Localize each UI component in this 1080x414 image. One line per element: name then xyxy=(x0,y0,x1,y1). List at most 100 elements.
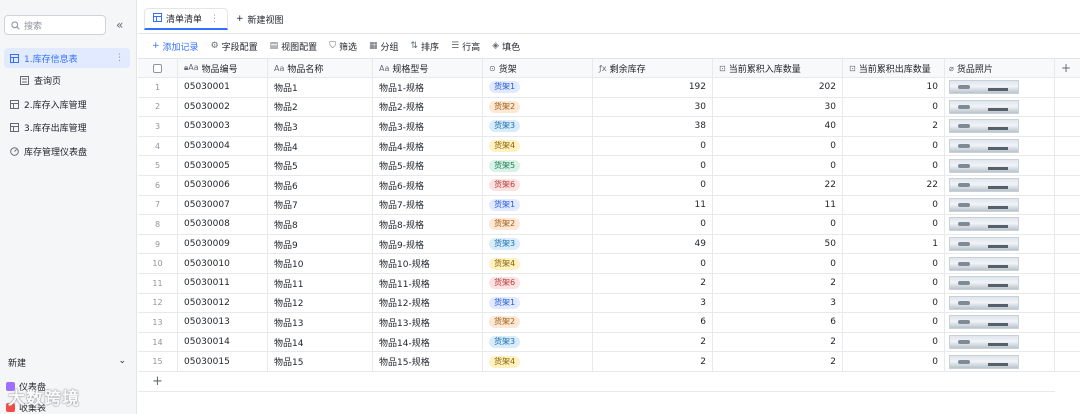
cell-spec[interactable]: 物品15-规格 xyxy=(373,352,483,371)
cell-outbound[interactable]: 0 xyxy=(843,254,945,273)
cell-photo[interactable] xyxy=(945,175,1055,195)
table-row[interactable]: 5 05030005 物品5 物品5-规格 货架5 0 0 0 xyxy=(138,156,1080,176)
cell-name[interactable]: 物品1 xyxy=(268,78,373,97)
cell-photo[interactable] xyxy=(945,273,1055,293)
add-record-button[interactable]: + 添加记录 xyxy=(152,40,199,53)
cell-shelf[interactable]: 货架6 xyxy=(483,175,593,195)
cell-outbound[interactable]: 0 xyxy=(843,273,945,293)
cell-outbound[interactable]: 0 xyxy=(843,136,945,156)
cell-outbound[interactable]: 0 xyxy=(843,332,945,352)
select-all-checkbox[interactable] xyxy=(153,63,162,73)
cell-stock[interactable]: 6 xyxy=(593,313,713,332)
cell-code[interactable]: 05030002 xyxy=(178,97,268,117)
cell-photo[interactable] xyxy=(945,97,1055,117)
cell-spec[interactable]: 物品9-规格 xyxy=(373,234,483,254)
cell-photo[interactable] xyxy=(945,332,1055,352)
cell-spec[interactable]: 物品8-规格 xyxy=(373,215,483,234)
cell-inbound[interactable]: 22 xyxy=(713,175,843,195)
table-row[interactable]: 2 05030002 物品2 物品2-规格 货架2 30 30 0 xyxy=(138,97,1080,118)
cell-stock[interactable]: 0 xyxy=(593,136,713,156)
cell-outbound[interactable]: 1 xyxy=(843,234,945,254)
table-row[interactable]: 3 05030003 物品3 物品3-规格 货架3 38 40 2 xyxy=(138,117,1080,137)
table-row[interactable]: 14 05030014 物品14 物品14-规格 货架3 2 2 0 xyxy=(138,332,1080,353)
cell-photo[interactable] xyxy=(945,352,1055,371)
cell-photo[interactable] xyxy=(945,313,1055,332)
cell-stock[interactable]: 192 xyxy=(593,78,713,97)
cell-inbound[interactable]: 0 xyxy=(713,215,843,234)
cell-outbound[interactable]: 22 xyxy=(843,175,945,195)
new-form-item[interactable]: 收集表 xyxy=(6,401,46,414)
select-all-cell[interactable] xyxy=(138,59,178,77)
cell-spec[interactable]: 物品13-规格 xyxy=(373,313,483,332)
product-photo-thumbnail[interactable] xyxy=(949,80,1019,95)
column-header-name[interactable]: Aa 物品名称 xyxy=(268,59,373,77)
table-row[interactable]: 8 05030008 物品8 物品8-规格 货架2 0 0 0 xyxy=(138,215,1080,235)
cell-inbound[interactable]: 6 xyxy=(713,313,843,332)
sidebar-item-inventory-info[interactable]: 1.库存信息表 ⋮ xyxy=(4,48,130,68)
table-row[interactable]: 4 05030004 物品4 物品4-规格 货架4 0 0 0 xyxy=(138,136,1080,157)
product-photo-thumbnail[interactable] xyxy=(949,217,1019,232)
cell-inbound[interactable]: 40 xyxy=(713,117,843,136)
filter-button[interactable]: ⛉ 筛选 xyxy=(329,40,357,53)
field-config-button[interactable]: ⚙ 字段配置 xyxy=(211,40,258,53)
cell-name[interactable]: 物品6 xyxy=(268,175,373,195)
cell-shelf[interactable]: 货架4 xyxy=(483,254,593,273)
cell-stock[interactable]: 38 xyxy=(593,117,713,136)
column-header-inbound[interactable]: ⊡ 当前累积入库数量 xyxy=(713,59,843,77)
cell-stock[interactable]: 2 xyxy=(593,273,713,293)
cell-spec[interactable]: 物品11-规格 xyxy=(373,273,483,293)
cell-photo[interactable] xyxy=(945,254,1055,273)
table-row[interactable]: 13 05030013 物品13 物品13-规格 货架2 6 6 0 xyxy=(138,313,1080,333)
cell-name[interactable]: 物品9 xyxy=(268,234,373,254)
cell-shelf[interactable]: 货架3 xyxy=(483,332,593,352)
cell-inbound[interactable]: 50 xyxy=(713,234,843,254)
cell-code[interactable]: 05030008 xyxy=(178,215,268,234)
cell-photo[interactable] xyxy=(945,136,1055,156)
table-row[interactable]: 15 05030015 物品15 物品15-规格 货架4 2 2 0 xyxy=(138,352,1080,372)
column-header-outbound[interactable]: ⊡ 当前累积出库数量 xyxy=(843,59,945,77)
cell-stock[interactable]: 2 xyxy=(593,352,713,371)
cell-inbound[interactable]: 0 xyxy=(713,156,843,175)
cell-outbound[interactable]: 0 xyxy=(843,293,945,313)
cell-code[interactable]: 05030010 xyxy=(178,254,268,273)
cell-spec[interactable]: 物品4-规格 xyxy=(373,136,483,156)
cell-stock[interactable]: 2 xyxy=(593,332,713,352)
cell-inbound[interactable]: 0 xyxy=(713,254,843,273)
cell-name[interactable]: 物品14 xyxy=(268,332,373,352)
group-button[interactable]: ▦ 分组 xyxy=(369,40,399,53)
new-view-button[interactable]: + 新建视图 xyxy=(228,8,292,30)
add-column-button[interactable]: + xyxy=(1055,59,1080,77)
sidebar-item-outbound[interactable]: 3.库存出库管理 xyxy=(4,117,130,137)
cell-spec[interactable]: 物品6-规格 xyxy=(373,175,483,195)
view-config-button[interactable]: ▤ 视图配置 xyxy=(270,40,318,53)
cell-spec[interactable]: 物品10-规格 xyxy=(373,254,483,273)
cell-outbound[interactable]: 0 xyxy=(843,195,945,215)
product-photo-thumbnail[interactable] xyxy=(949,178,1019,193)
cell-shelf[interactable]: 货架4 xyxy=(483,136,593,156)
cell-name[interactable]: 物品2 xyxy=(268,97,373,117)
tab-list-view[interactable]: 清单清单 ⋮ xyxy=(144,8,229,30)
cell-name[interactable]: 物品10 xyxy=(268,254,373,273)
add-row-button[interactable]: + xyxy=(138,372,1055,392)
product-photo-thumbnail[interactable] xyxy=(949,99,1019,114)
new-menu[interactable]: 新建 ⌄ xyxy=(8,356,126,369)
cell-spec[interactable]: 物品1-规格 xyxy=(373,78,483,97)
cell-outbound[interactable]: 0 xyxy=(843,215,945,234)
cell-shelf[interactable]: 货架2 xyxy=(483,97,593,117)
row-height-button[interactable]: ☰ 行高 xyxy=(451,40,480,53)
cell-shelf[interactable]: 货架3 xyxy=(483,117,593,136)
sidebar-item-inbound[interactable]: 2.库存入库管理 xyxy=(4,94,130,114)
cell-photo[interactable] xyxy=(945,156,1055,175)
cell-stock[interactable]: 0 xyxy=(593,156,713,175)
product-photo-thumbnail[interactable] xyxy=(949,197,1019,212)
product-photo-thumbnail[interactable] xyxy=(949,335,1019,350)
cell-photo[interactable] xyxy=(945,117,1055,136)
sidebar-item-query-page[interactable]: 查询页 xyxy=(14,70,130,90)
cell-code[interactable]: 05030013 xyxy=(178,313,268,332)
table-row[interactable]: 7 05030007 物品7 物品7-规格 货架1 11 11 0 xyxy=(138,195,1080,216)
product-photo-thumbnail[interactable] xyxy=(949,237,1019,252)
cell-name[interactable]: 物品3 xyxy=(268,117,373,136)
cell-code[interactable]: 05030006 xyxy=(178,175,268,195)
cell-code[interactable]: 05030012 xyxy=(178,293,268,313)
cell-name[interactable]: 物品12 xyxy=(268,293,373,313)
